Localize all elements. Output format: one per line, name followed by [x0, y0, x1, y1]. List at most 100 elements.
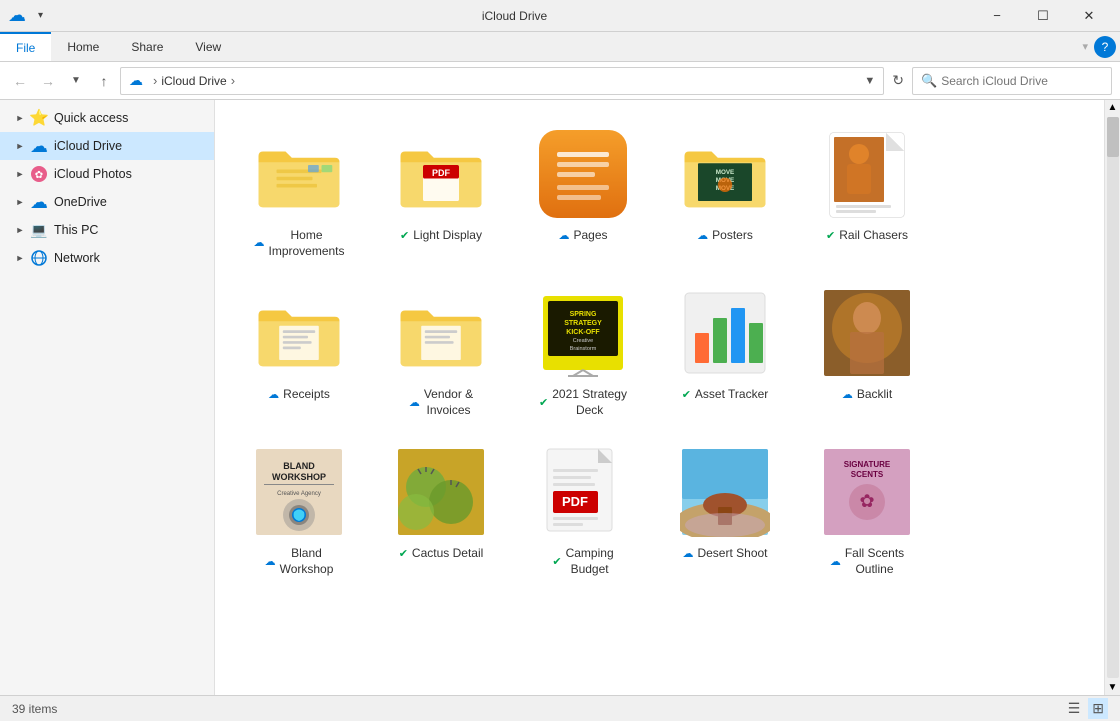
file-item-pages[interactable]: ☁ Pages [519, 116, 647, 267]
file-name: ✔ Cactus Detail [399, 546, 484, 562]
sidebar-item-quick-access[interactable]: ► ⭐ Quick access [0, 104, 214, 132]
tab-file[interactable]: File [0, 32, 51, 61]
sidebar-item-this-pc[interactable]: ► 💻 This PC [0, 216, 214, 244]
file-name: ☁ Home Improvements [253, 228, 344, 259]
file-thumb [391, 442, 491, 542]
file-item-cactus-detail[interactable]: ✔ Cactus Detail [377, 434, 505, 585]
expand-icon: ► [12, 166, 28, 182]
svg-text:Creative Agency: Creative Agency [277, 491, 321, 497]
address-bar: ← → ▼ ↑ ☁ ​ › iCloud Drive › ▼ ↻ 🔍 [0, 62, 1120, 100]
file-name: ☁ Vendor & Invoices [409, 387, 473, 418]
file-thumb: MOVE MOVE MOVE [675, 124, 775, 224]
this-pc-icon: 💻 [30, 221, 48, 239]
refresh-button[interactable]: ↻ [888, 68, 908, 93]
quick-access-toolbar[interactable]: ☁ ▾ [8, 5, 47, 26]
file-item-backlit[interactable]: ☁ Backlit [803, 275, 931, 426]
sidebar-item-network[interactable]: ► Network [0, 244, 214, 272]
sync-ok-icon: ✔ [399, 547, 408, 561]
sync-cloud-icon: ☁ [268, 388, 279, 402]
scroll-up-button[interactable]: ▲ [1106, 100, 1120, 115]
search-input[interactable] [941, 74, 1103, 88]
file-name: ✔ Rail Chasers [826, 228, 908, 244]
file-thumb: SIGNATURE SCENTS ✿ [817, 442, 917, 542]
sidebar-item-icloud-photos[interactable]: ► ✿ iCloud Photos [0, 160, 214, 188]
quick-access-icon: ⭐ [30, 109, 48, 127]
file-thumb [533, 124, 633, 224]
sync-ok-icon: ✔ [826, 229, 835, 243]
scroll-thumb[interactable] [1107, 117, 1119, 157]
svg-text:✿: ✿ [859, 491, 874, 511]
file-item-home-improvements[interactable]: ☁ Home Improvements [235, 116, 363, 267]
file-item-desert-shoot[interactable]: ☁ Desert Shoot [661, 434, 789, 585]
ribbon-collapse-icon: ▾ [1082, 40, 1088, 53]
expand-icon: ► [12, 222, 28, 238]
file-name: ☁ Desert Shoot [682, 546, 767, 562]
tab-share[interactable]: Share [115, 32, 179, 61]
tab-home[interactable]: Home [51, 32, 115, 61]
svg-text:Brainstorm: Brainstorm [570, 346, 597, 352]
path-dropdown[interactable]: ▼ [864, 75, 875, 87]
sidebar-item-icloud-drive[interactable]: ► ☁ iCloud Drive [0, 132, 214, 160]
file-item-light-display[interactable]: PDF ✔ Light Display [377, 116, 505, 267]
up-button[interactable]: ↑ [92, 69, 116, 93]
svg-text:PDF: PDF [562, 494, 588, 509]
file-grid: ☁ Home Improvements PDF [235, 116, 1084, 586]
scrollbar[interactable]: ▲ ▼ [1104, 100, 1120, 695]
file-thumb [675, 442, 775, 542]
file-item-fall-scents[interactable]: SIGNATURE SCENTS ✿ ☁ Fall Scents Outline [803, 434, 931, 585]
file-thumb [249, 283, 349, 383]
file-name: ☁ Receipts [268, 387, 330, 403]
file-thumb [675, 283, 775, 383]
window-controls[interactable]: − ☐ ✕ [974, 0, 1112, 32]
scroll-down-button[interactable]: ▼ [1106, 680, 1120, 695]
list-view-button[interactable]: ☰ [1064, 698, 1085, 719]
sync-cloud-icon: ☁ [697, 229, 708, 243]
sync-cloud-icon: ☁ [409, 396, 420, 410]
recent-button[interactable]: ▼ [64, 69, 88, 93]
file-item-receipts[interactable]: ☁ Receipts [235, 275, 363, 426]
file-name: ☁ Pages [558, 228, 607, 244]
file-item-camping-budget[interactable]: PDF ✔ Camping Budget [519, 434, 647, 585]
window-title: iCloud Drive [55, 9, 974, 23]
expand-icon: ► [12, 110, 28, 126]
help-button[interactable]: ? [1094, 36, 1116, 58]
file-thumb: BLAND WORKSHOP Creative Agency [249, 442, 349, 542]
file-thumb [817, 283, 917, 383]
sidebar-item-onedrive[interactable]: ► ☁ OneDrive [0, 188, 214, 216]
sync-ok-icon: ✔ [400, 229, 409, 243]
file-item-bland-workshop[interactable]: BLAND WORKSHOP Creative Agency ☁ Bla [235, 434, 363, 585]
statusbar: 39 items ☰ ⊞ [0, 695, 1120, 721]
file-item-asset-tracker[interactable]: ✔ Asset Tracker [661, 275, 789, 426]
expand-icon: ► [12, 194, 28, 210]
sync-cloud-icon: ☁ [253, 236, 264, 250]
file-name: ☁ Bland Workshop [265, 546, 334, 577]
onedrive-icon: ☁ [30, 193, 48, 211]
file-item-2021-strategy[interactable]: SPRING STRATEGY KICK-OFF Creative Brains… [519, 275, 647, 426]
minimize-button[interactable]: − [974, 0, 1020, 32]
file-item-vendor-invoices[interactable]: ☁ Vendor & Invoices [377, 275, 505, 426]
file-name: ✔ Camping Budget [552, 546, 613, 577]
file-item-posters[interactable]: MOVE MOVE MOVE ☁ Posters [661, 116, 789, 267]
svg-text:Creative: Creative [573, 338, 593, 344]
sync-cloud-icon: ☁ [558, 229, 569, 243]
maximize-button[interactable]: ☐ [1020, 0, 1066, 32]
network-icon [30, 249, 48, 267]
icloud-drive-icon: ☁ [30, 137, 48, 155]
grid-view-button[interactable]: ⊞ [1088, 698, 1108, 719]
svg-text:STRATEGY: STRATEGY [564, 320, 602, 327]
svg-text:SPRING: SPRING [570, 311, 597, 318]
file-name: ✔ Light Display [400, 228, 482, 244]
close-button[interactable]: ✕ [1066, 0, 1112, 32]
address-path[interactable]: ☁ ​ › iCloud Drive › ▼ [120, 67, 884, 95]
file-item-rail-chasers[interactable]: ✔ Rail Chasers [803, 116, 931, 267]
sidebar-label-quick-access: Quick access [54, 111, 128, 125]
tab-view[interactable]: View [179, 32, 237, 61]
search-box[interactable]: 🔍 [912, 67, 1112, 95]
view-controls[interactable]: ☰ ⊞ [1064, 698, 1108, 719]
back-button[interactable]: ← [8, 69, 32, 93]
file-thumb [249, 124, 349, 224]
titlebar: ☁ ▾ iCloud Drive − ☐ ✕ [0, 0, 1120, 32]
svg-text:SCENTS: SCENTS [851, 470, 884, 479]
qat-dropdown[interactable]: ▾ [34, 8, 47, 23]
forward-button[interactable]: → [36, 69, 60, 93]
